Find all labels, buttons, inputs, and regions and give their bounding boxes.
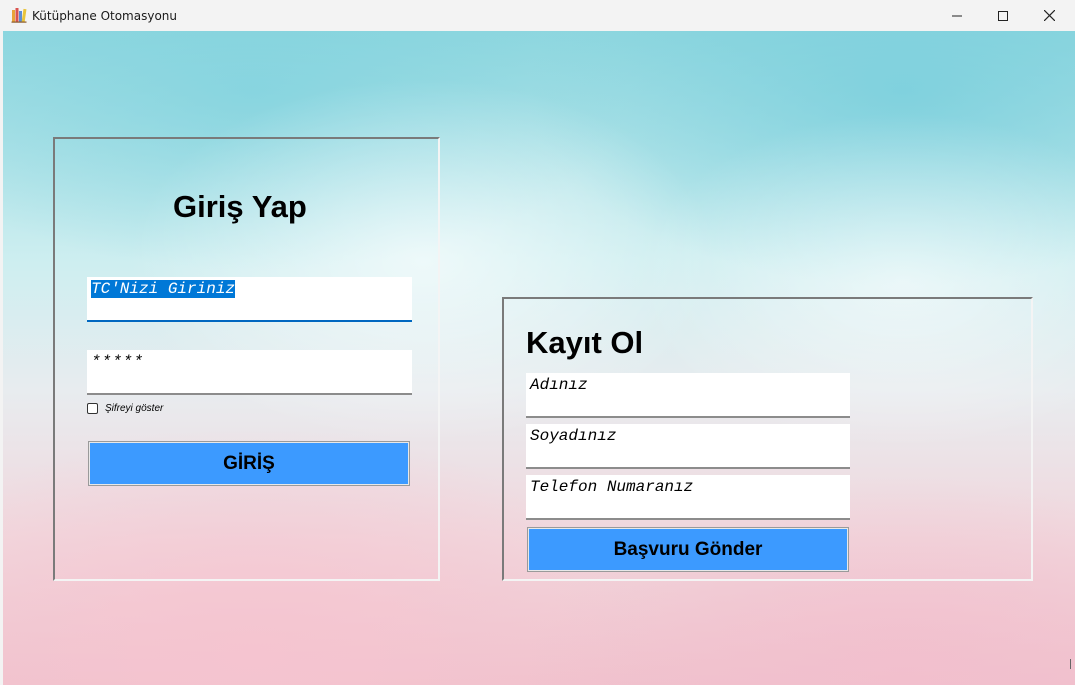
password-input[interactable]: ***** [87, 350, 412, 395]
name-input-value: Adınız [530, 376, 588, 394]
close-button[interactable] [1026, 0, 1072, 31]
app-window: Kütüphane Otomasyonu Giriş Yap TC'Nizi G… [0, 0, 1075, 685]
show-password-checkbox[interactable] [87, 403, 98, 414]
minimize-icon [952, 11, 962, 21]
window-edge-marker [1070, 659, 1075, 669]
books-icon [11, 7, 27, 23]
minimize-button[interactable] [934, 0, 980, 31]
maximize-button[interactable] [980, 0, 1026, 31]
phone-input[interactable]: Telefon Numaranız [526, 475, 850, 520]
login-panel: Giriş Yap TC'Nizi Giriniz ***** Şifreyi … [53, 137, 440, 581]
login-button[interactable]: GİRİŞ [88, 441, 410, 486]
window-title: Kütüphane Otomasyonu [32, 9, 178, 23]
surname-input-value: Soyadınız [530, 427, 617, 445]
phone-input-value: Telefon Numaranız [530, 478, 694, 496]
name-input[interactable]: Adınız [526, 373, 850, 418]
close-icon [1043, 10, 1055, 21]
show-password-row[interactable]: Şifreyi göster [87, 401, 163, 416]
main-form: Giriş Yap TC'Nizi Giriniz ***** Şifreyi … [3, 31, 1075, 685]
submit-application-button[interactable]: Başvuru Gönder [527, 527, 849, 572]
register-heading: Kayıt Ol [526, 325, 644, 360]
login-heading: Giriş Yap [173, 189, 307, 224]
tc-input-value: TC'Nizi Giriniz [91, 280, 236, 298]
maximize-icon [998, 10, 1008, 21]
surname-input[interactable]: Soyadınız [526, 424, 850, 469]
register-panel: Kayıt Ol Adınız Soyadınız Telefon Numara… [502, 297, 1033, 581]
show-password-label: Şifreyi göster [105, 403, 164, 414]
password-input-value: ***** [91, 353, 145, 371]
title-bar[interactable]: Kütüphane Otomasyonu [0, 0, 1075, 31]
tc-input[interactable]: TC'Nizi Giriniz [87, 277, 412, 322]
